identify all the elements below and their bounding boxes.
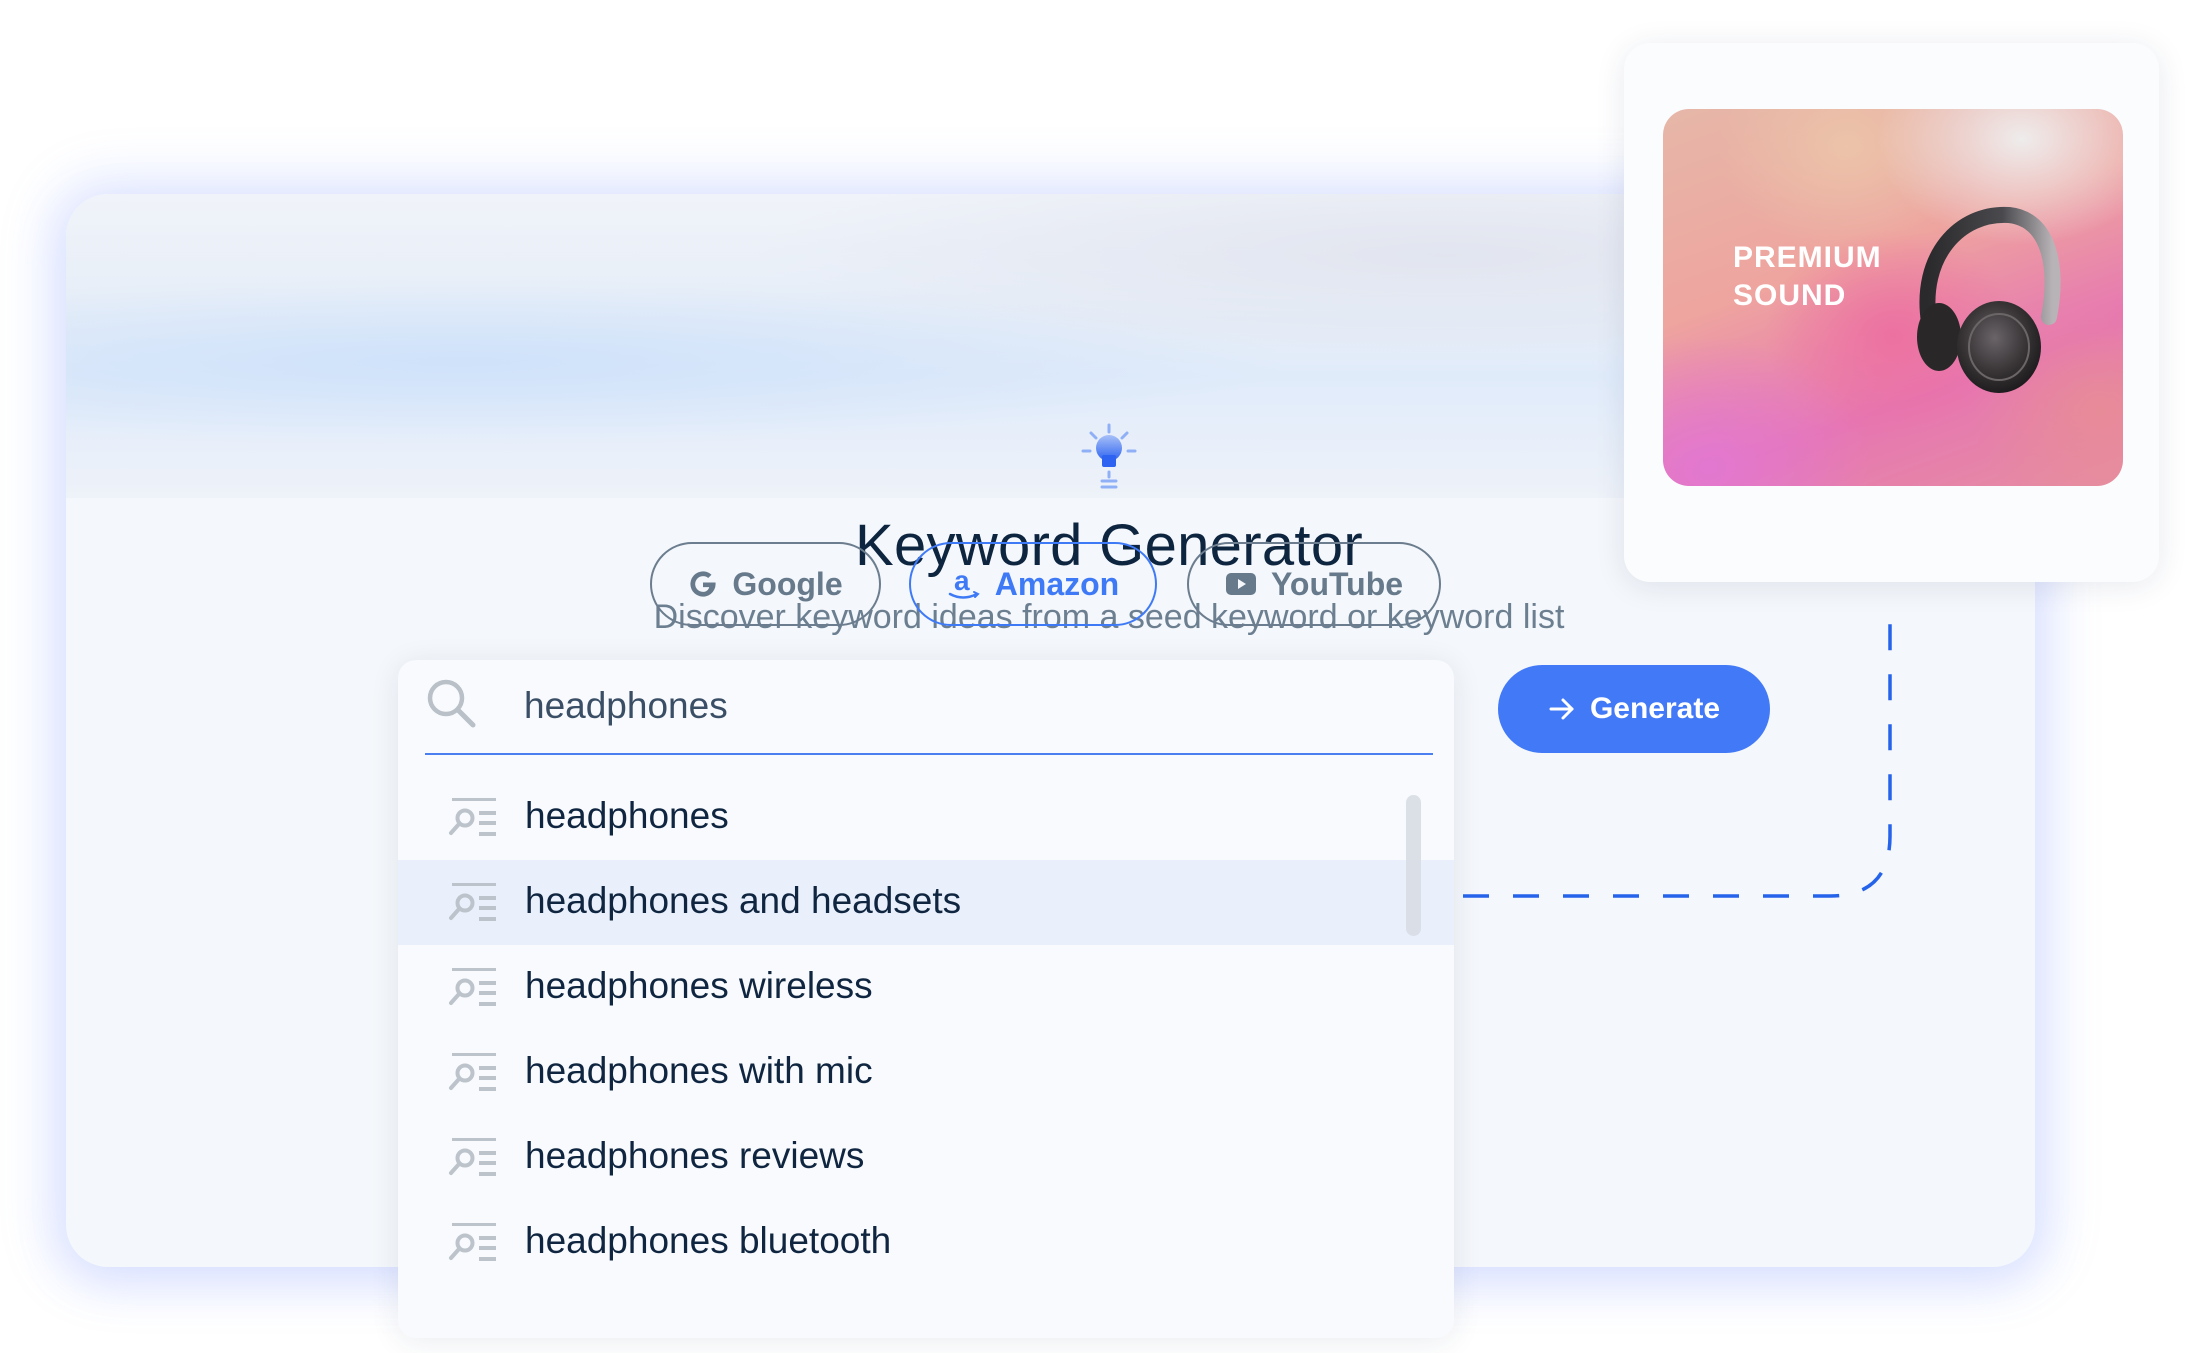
keyword-search-list-icon <box>449 1053 496 1091</box>
keyword-search-list-icon <box>449 968 496 1006</box>
google-g-icon <box>690 571 716 597</box>
promo-line-1: PREMIUM <box>1733 241 1882 274</box>
search-dropdown: headphones headphones and headsets <box>398 660 1454 1338</box>
suggestion-item-highlighted[interactable]: headphones and headsets <box>398 860 1454 945</box>
amazon-a-icon: a <box>948 565 980 599</box>
arrow-right-icon <box>1549 698 1574 720</box>
search-input-underline <box>425 753 1433 755</box>
suggestion-list: headphones headphones and headsets headp… <box>398 775 1454 1285</box>
headphones-image: PREMIUM SOUND <box>1663 109 2123 486</box>
generate-button[interactable]: Generate <box>1498 665 1770 753</box>
youtube-play-icon <box>1225 573 1256 595</box>
promo-card: PREMIUM SOUND <box>1624 43 2159 582</box>
suggestion-label: headphones <box>525 795 729 836</box>
suggestion-item[interactable]: headphones <box>398 775 1454 860</box>
headphones-icon <box>1917 206 2061 393</box>
promo-text: PREMIUM SOUND <box>1733 239 1882 315</box>
tab-youtube-label: YouTube <box>1270 565 1404 602</box>
keyword-search-list-icon <box>449 798 496 836</box>
suggestion-label: headphones and headsets <box>525 880 962 921</box>
suggestion-label: headphones wireless <box>525 965 873 1006</box>
keyword-search-list-icon <box>449 1223 496 1261</box>
promo-line-2: SOUND <box>1733 279 1847 312</box>
suggestion-label: headphones reviews <box>525 1135 865 1176</box>
suggestion-item[interactable]: headphones with mic <box>398 1030 1454 1115</box>
suggestion-item[interactable]: headphones reviews <box>398 1115 1454 1200</box>
suggestion-label: headphones bluetooth <box>525 1220 892 1261</box>
tab-amazon[interactable]: a Amazon <box>909 542 1157 626</box>
search-input[interactable] <box>524 674 1404 738</box>
lightbulb-icon <box>1081 423 1137 489</box>
tab-google[interactable]: Google <box>650 542 881 626</box>
keyword-search-list-icon <box>449 883 496 921</box>
keyword-search-list-icon <box>449 1138 496 1176</box>
tab-amazon-label: Amazon <box>994 565 1120 602</box>
generate-button-label: Generate <box>1589 692 1721 725</box>
search-row <box>398 660 1454 756</box>
search-icon <box>427 679 476 728</box>
tab-youtube[interactable]: YouTube <box>1187 542 1441 626</box>
suggestion-item[interactable]: headphones wireless <box>398 945 1454 1030</box>
suggestion-label: headphones with mic <box>525 1050 873 1091</box>
suggestion-item[interactable]: headphones bluetooth <box>398 1200 1454 1285</box>
tab-google-label: Google <box>732 565 843 602</box>
svg-text:a: a <box>954 565 970 596</box>
suggestion-scrollbar[interactable] <box>1406 795 1421 936</box>
